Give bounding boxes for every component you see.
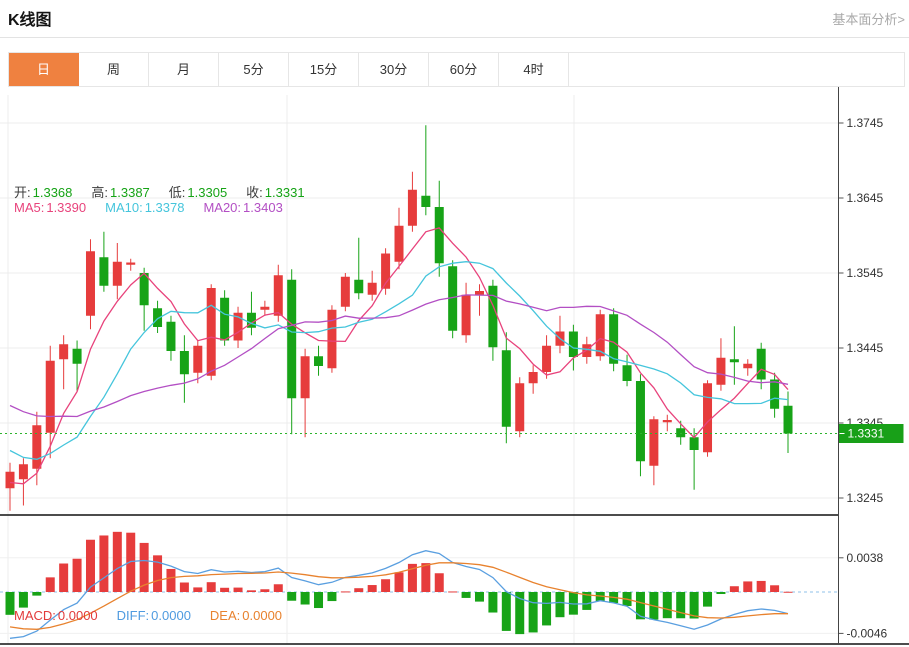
kline-chart-area[interactable]: 1.3745 1.3645 1.3545 1.3445 1.3345 1.3245 0.00… bbox=[0, 87, 909, 647]
svg-text:0.0038: 0.0038 bbox=[847, 551, 884, 565]
macd-legend: MACD: 0.0000 DIFF: 0.0000 DEA: 0.0000 bbox=[14, 608, 301, 623]
period-tabbar: 日周月 5分 15分 30分 60分 4时 bbox=[8, 52, 905, 87]
ma-row-item: MA20: 1.3403 bbox=[203, 200, 283, 215]
tab-周[interactable]: 周 bbox=[79, 53, 149, 86]
svg-text:1.3331: 1.3331 bbox=[848, 427, 885, 441]
svg-text:1.3445: 1.3445 bbox=[847, 341, 884, 355]
macd-row-item: MACD: 0.0000 bbox=[14, 608, 98, 623]
tab-60分[interactable]: 60分 bbox=[429, 53, 499, 86]
tab-15分[interactable]: 15分 bbox=[289, 53, 359, 86]
tab-4时[interactable]: 4时 bbox=[499, 53, 569, 86]
ohlc-legend: 开: 1.3368 高: 1.3387 低: 1.3305 收: 1.3331 bbox=[14, 182, 324, 201]
ma-legend: MA5: 1.3390 MA10: 1.3378 MA20: 1.3403 bbox=[14, 200, 302, 215]
tab-日[interactable]: 日 bbox=[9, 53, 79, 86]
ohlc-row-item: 高: 1.3387 bbox=[91, 185, 150, 200]
svg-text:1.3745: 1.3745 bbox=[847, 116, 884, 130]
tab-30分[interactable]: 30分 bbox=[359, 53, 429, 86]
macd-row-item: DEA: 0.0000 bbox=[209, 608, 283, 623]
svg-text:1.3645: 1.3645 bbox=[847, 191, 884, 205]
svg-text:-0.0046: -0.0046 bbox=[847, 626, 888, 640]
header-divider bbox=[0, 37, 909, 38]
page-title: K线图 bbox=[8, 12, 52, 29]
kline-layers: 1.37451.36451.35451.34451.33451.32450.00… bbox=[0, 87, 909, 645]
ma-row-item: MA10: 1.3378 bbox=[105, 200, 185, 215]
tab-月[interactable]: 月 bbox=[149, 53, 219, 86]
fundamental-analysis-link[interactable]: 基本面分析> bbox=[832, 9, 905, 28]
svg-text:1.3545: 1.3545 bbox=[847, 266, 884, 280]
ohlc-row-item: 低: 1.3305 bbox=[168, 185, 228, 200]
ma-row-item: MA5: 1.3390 bbox=[14, 200, 87, 215]
kline-chart-svg: 1.37451.36451.35451.34451.33451.32450.00… bbox=[0, 87, 909, 645]
ohlc-row-item: 开: 1.3368 bbox=[14, 185, 73, 200]
ohlc-row-item: 收: 1.3331 bbox=[246, 185, 305, 200]
tab-5分[interactable]: 5分 bbox=[219, 53, 289, 86]
macd-row-item: DIFF: 0.0000 bbox=[116, 608, 191, 623]
svg-text:1.3245: 1.3245 bbox=[847, 491, 884, 505]
